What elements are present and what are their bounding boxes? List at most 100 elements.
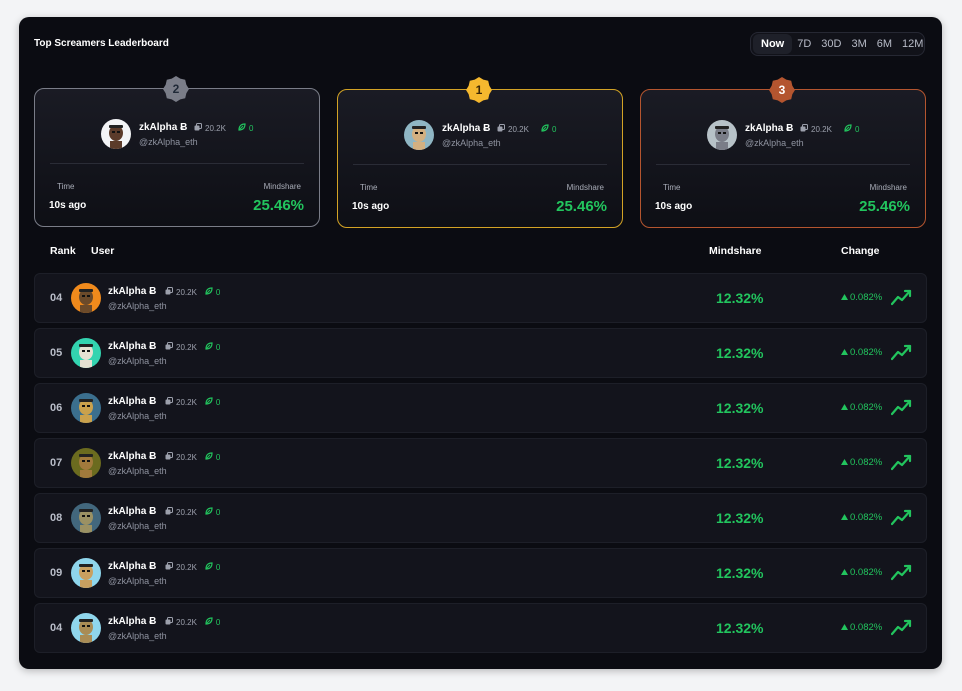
tab-30d[interactable]: 30D bbox=[816, 34, 846, 54]
stat-leaf-value: 0 bbox=[855, 124, 860, 134]
user-name: zkAlpha Ƀ bbox=[442, 123, 491, 134]
user-stats: 20.2K 0 bbox=[165, 617, 220, 627]
user-handle: @zkAlpha_eth bbox=[108, 576, 167, 586]
tab-7d[interactable]: 7D bbox=[792, 34, 816, 54]
user-stats: 20.2K 0 bbox=[165, 562, 220, 572]
user-stats: 20.2K 0 bbox=[165, 507, 220, 517]
stat-leaf-value: 0 bbox=[215, 287, 221, 297]
stat-leaf-value: 0 bbox=[215, 397, 221, 407]
stat-leaf: 0 bbox=[541, 124, 556, 134]
row-change-value: 0.082% bbox=[850, 292, 883, 303]
user-name: zkAlpha Ƀ bbox=[108, 451, 157, 462]
avatar bbox=[71, 393, 101, 423]
avatar bbox=[71, 613, 101, 643]
stat-leaf: 0 bbox=[844, 124, 859, 134]
time-label: Time bbox=[360, 183, 378, 192]
user-handle: @zkAlpha_eth bbox=[745, 138, 804, 148]
row-change: 0.082% bbox=[841, 622, 882, 633]
table-row[interactable]: 04 zkAlpha Ƀ 20.2K 0 @zkAlpha_eth 12.32% 0.082… bbox=[34, 273, 927, 323]
table-row[interactable]: 07 zkAlpha Ƀ 20.2K 0 @zkAlpha_eth 12.32% 0.082… bbox=[34, 438, 927, 488]
podium-card-gold[interactable]: 1 zkAlpha Ƀ 20.2K 0 @zkAlpha_eth Time 10s ago M… bbox=[337, 77, 623, 228]
row-rank: 05 bbox=[50, 347, 63, 359]
stat-followers-value: 20.2K bbox=[176, 397, 197, 407]
table-row[interactable]: 05 zkAlpha Ƀ 20.2K 0 @zkAlpha_eth 12.32% 0.082… bbox=[34, 328, 927, 378]
stat-leaf-value: 0 bbox=[215, 452, 221, 462]
time-label: Time bbox=[57, 182, 75, 191]
tab-12m[interactable]: 12M bbox=[897, 34, 928, 54]
stat-followers: 20.2K bbox=[165, 617, 197, 627]
mindshare-label: Mindshare bbox=[566, 183, 604, 192]
stat-followers-value: 20.2K bbox=[811, 124, 832, 134]
stat-followers: 20.2K bbox=[800, 124, 832, 134]
podium-card-silver[interactable]: 2 zkAlpha Ƀ 20.2K 0 @zkAlpha_eth Time 10s ago M… bbox=[34, 76, 320, 227]
row-change-value: 0.082% bbox=[850, 512, 883, 523]
header-change[interactable]: Change bbox=[841, 245, 880, 257]
copy-icon bbox=[194, 123, 202, 133]
stat-leaf-value: 0 bbox=[215, 342, 221, 352]
row-rank: 04 bbox=[50, 292, 63, 304]
table-row[interactable]: 08 zkAlpha Ƀ 20.2K 0 @zkAlpha_eth 12.32% 0.082… bbox=[34, 493, 927, 543]
copy-icon bbox=[165, 452, 173, 462]
leaf-icon bbox=[205, 617, 213, 627]
stat-followers: 20.2K bbox=[165, 562, 197, 572]
stat-followers-value: 20.2K bbox=[508, 124, 529, 134]
user-stats: 20.2K 0 bbox=[165, 397, 220, 407]
stat-leaf-value: 0 bbox=[215, 562, 221, 572]
stat-followers: 20.2K bbox=[165, 507, 197, 517]
header-user: User bbox=[91, 245, 115, 257]
leaf-icon bbox=[205, 452, 213, 462]
triangle-up-icon bbox=[841, 347, 848, 358]
tab-3m[interactable]: 3M bbox=[846, 34, 871, 54]
rank-badge-number: 1 bbox=[475, 83, 483, 97]
card-divider bbox=[353, 164, 607, 165]
stat-followers-value: 20.2K bbox=[176, 507, 197, 517]
user-name: zkAlpha Ƀ bbox=[108, 286, 157, 297]
row-change: 0.082% bbox=[841, 457, 882, 468]
avatar bbox=[71, 503, 101, 533]
user-handle: @zkAlpha_eth bbox=[108, 411, 167, 421]
table-row[interactable]: 06 zkAlpha Ƀ 20.2K 0 @zkAlpha_eth 12.32% 0.082… bbox=[34, 383, 927, 433]
leaf-icon bbox=[238, 123, 246, 133]
row-change-value: 0.082% bbox=[850, 622, 883, 633]
copy-icon bbox=[800, 124, 808, 134]
user-name: zkAlpha Ƀ bbox=[108, 341, 157, 352]
row-change: 0.082% bbox=[841, 567, 882, 578]
user-handle: @zkAlpha_eth bbox=[108, 466, 167, 476]
stat-followers-value: 20.2K bbox=[176, 617, 197, 627]
stat-followers: 20.2K bbox=[497, 124, 529, 134]
rank-badge-icon: 1 bbox=[466, 77, 492, 103]
user-handle: @zkAlpha_eth bbox=[108, 356, 167, 366]
triangle-up-icon bbox=[841, 457, 848, 468]
stat-followers: 20.2K bbox=[165, 342, 197, 352]
rank-badge-number: 3 bbox=[778, 83, 786, 97]
avatar bbox=[101, 119, 131, 149]
stat-followers: 20.2K bbox=[165, 287, 197, 297]
leaf-icon bbox=[541, 124, 549, 134]
stat-leaf-value: 0 bbox=[249, 123, 254, 133]
row-mindshare: 12.32% bbox=[716, 565, 764, 581]
trend-up-icon bbox=[890, 563, 913, 586]
row-rank: 06 bbox=[50, 402, 63, 414]
user-name: zkAlpha Ƀ bbox=[745, 123, 794, 134]
row-mindshare: 12.32% bbox=[716, 400, 764, 416]
row-mindshare: 12.32% bbox=[716, 620, 764, 636]
triangle-up-icon bbox=[841, 567, 848, 578]
time-range-tabs: Now 7D 30D 3M 6M 12M bbox=[750, 32, 925, 56]
header-mindshare[interactable]: Mindshare bbox=[709, 245, 762, 257]
row-change-value: 0.082% bbox=[850, 347, 883, 358]
row-mindshare: 12.32% bbox=[716, 510, 764, 526]
tab-6m[interactable]: 6M bbox=[872, 34, 897, 54]
user-handle: @zkAlpha_eth bbox=[139, 137, 198, 147]
tab-now[interactable]: Now bbox=[753, 34, 793, 54]
leaf-icon bbox=[844, 124, 852, 134]
mindshare-value: 25.46% bbox=[556, 198, 607, 215]
row-mindshare: 12.32% bbox=[716, 455, 764, 471]
row-change: 0.082% bbox=[841, 292, 882, 303]
time-value: 10s ago bbox=[49, 200, 87, 211]
podium-card-bronze[interactable]: 3 zkAlpha Ƀ 20.2K 0 @zkAlpha_eth Time 10s ago M… bbox=[640, 77, 926, 228]
table-row[interactable]: 04 zkAlpha Ƀ 20.2K 0 @zkAlpha_eth 12.32% 0.082… bbox=[34, 603, 927, 653]
table-row[interactable]: 09 zkAlpha Ƀ 20.2K 0 @zkAlpha_eth 12.32% 0.082… bbox=[34, 548, 927, 598]
stat-followers-value: 20.2K bbox=[176, 562, 197, 572]
row-rank: 04 bbox=[50, 622, 63, 634]
user-handle: @zkAlpha_eth bbox=[108, 301, 167, 311]
